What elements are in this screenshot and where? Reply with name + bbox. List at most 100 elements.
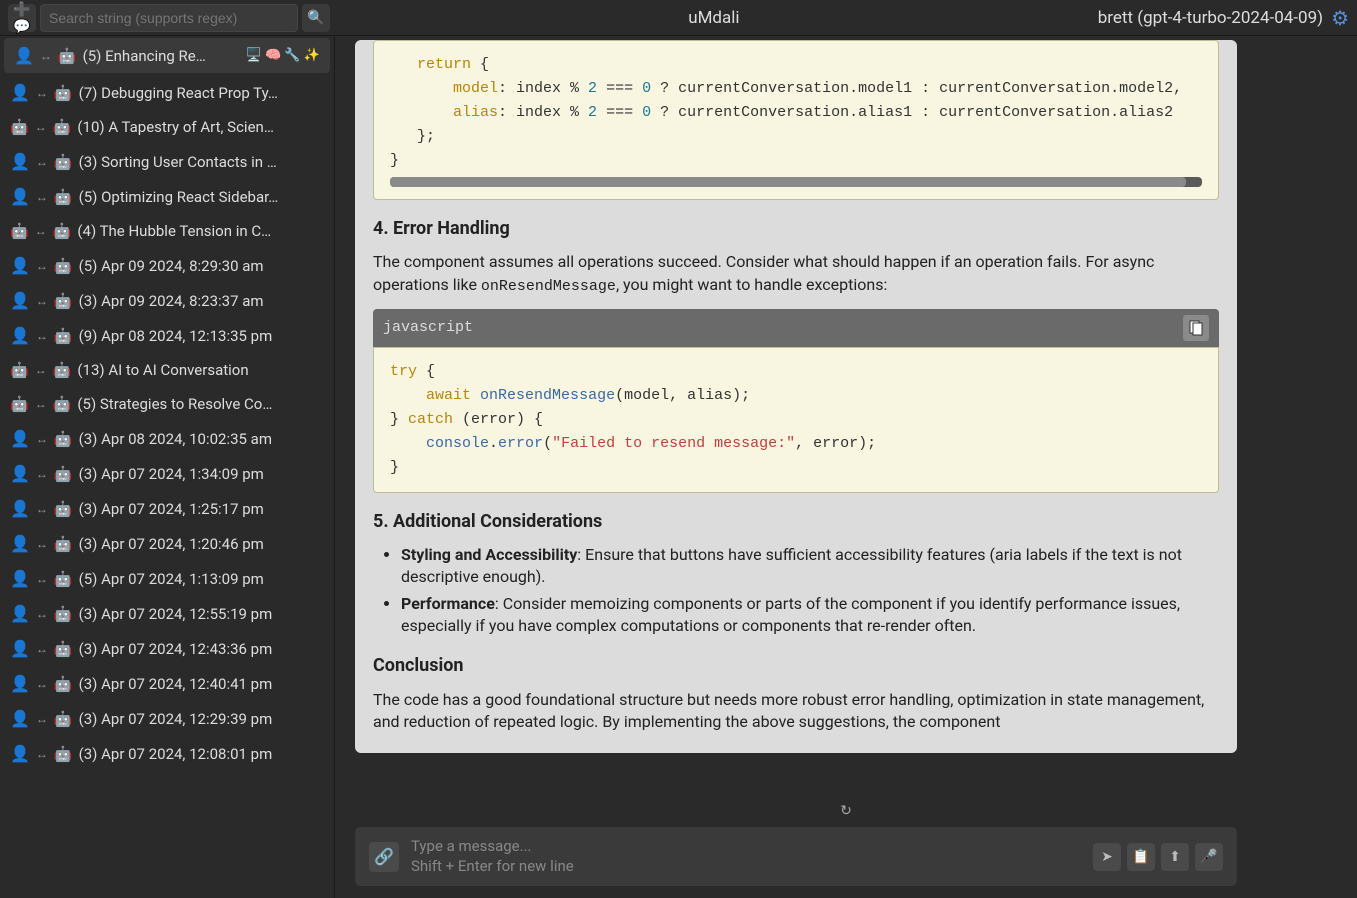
arrow-icon: ↔ xyxy=(36,329,48,343)
topbar: ➕💬 🔍 uMdali brett (gpt-4-turbo-2024-04-0… xyxy=(0,0,1357,36)
robot-icon: 🤖 xyxy=(54,327,73,345)
sidebar-item[interactable]: 👤↔🤖(9) Apr 08 2024, 12:13:35 pm xyxy=(0,318,334,353)
code-token: ? currentConversation.alias1 : currentCo… xyxy=(651,104,1173,121)
user-model-label: brett (gpt-4-turbo-2024-04-09) xyxy=(1098,8,1323,28)
sidebar-item[interactable]: 👤↔🤖(3) Apr 07 2024, 12:43:36 pm xyxy=(0,631,334,666)
inline-code: onResendMessage xyxy=(481,278,616,295)
section-heading: 4. Error Handling xyxy=(373,216,1219,241)
bullet-label: Performance xyxy=(401,594,495,613)
sidebar-item-label: (9) Apr 08 2024, 12:13:35 pm xyxy=(79,327,324,345)
mic-button[interactable]: 🎤 xyxy=(1195,843,1223,871)
sidebar-item[interactable]: 👤↔🤖(3) Sorting User Contacts in … xyxy=(0,144,334,179)
robot-icon: 🤖 xyxy=(10,395,29,413)
sidebar-item[interactable]: 🤖↔🤖(10) A Tapestry of Art, Scien… xyxy=(0,110,334,144)
arrow-icon: ↔ xyxy=(35,120,47,134)
robot-icon: 🤖 xyxy=(54,605,73,623)
clipboard-button[interactable]: 📋 xyxy=(1127,843,1155,871)
sidebar-item[interactable]: 👤↔🤖(3) Apr 07 2024, 1:20:46 pm xyxy=(0,526,334,561)
robot-icon: 🤖 xyxy=(54,640,73,658)
sidebar-item-label: (3) Apr 07 2024, 12:29:39 pm xyxy=(79,710,324,728)
code-token: console xyxy=(426,435,489,452)
code-token: 2 xyxy=(588,80,597,97)
robot-icon: 🤖 xyxy=(54,675,73,693)
sidebar-item[interactable]: 👤↔🤖(3) Apr 07 2024, 12:55:19 pm xyxy=(0,596,334,631)
sidebar-item[interactable]: 👤↔🤖(3) Apr 07 2024, 12:40:41 pm xyxy=(0,666,334,701)
robot-icon: 🤖 xyxy=(53,222,72,240)
code-token: ( xyxy=(543,435,552,452)
text: , you might want to handle exceptions: xyxy=(616,275,887,294)
code-header: javascript xyxy=(373,309,1219,347)
arrow-icon: ↔ xyxy=(36,86,48,100)
code-token: , error); xyxy=(795,435,876,452)
app-title: uMdali xyxy=(338,8,1090,28)
sidebar-item-label: (3) Apr 07 2024, 12:08:01 pm xyxy=(79,745,324,763)
sidebar-item[interactable]: 👤↔🤖(5) Enhancing Re…🖥️ 🧠 🔧 ✨ xyxy=(4,38,330,73)
robot-icon: 🤖 xyxy=(54,535,73,553)
up-button[interactable]: ⬆ xyxy=(1161,843,1189,871)
code-token: 2 xyxy=(588,104,597,121)
gear-icon[interactable]: ⚙ xyxy=(1331,6,1349,30)
message-input[interactable]: Type a message... Shift + Enter for new … xyxy=(411,837,1081,876)
code-token: "Failed to resend message:" xyxy=(552,435,795,452)
horizontal-scrollbar[interactable] xyxy=(390,177,1202,187)
sidebar-item-label: (5) Strategies to Resolve Co… xyxy=(77,395,324,413)
code-token: return xyxy=(417,56,471,73)
code-token: onResendMessage xyxy=(480,387,615,404)
sidebar-item-label: (3) Apr 07 2024, 12:55:19 pm xyxy=(79,605,324,623)
robot-icon: 🤖 xyxy=(53,118,72,136)
sidebar-item[interactable]: 🤖↔🤖(4) The Hubble Tension in C… xyxy=(0,214,334,248)
arrow-icon: ↔ xyxy=(36,572,48,586)
code-token: { xyxy=(471,56,489,73)
robot-icon: 🤖 xyxy=(54,257,73,275)
code-language-label: javascript xyxy=(383,317,473,338)
arrow-icon: ↔ xyxy=(36,155,48,169)
message-input-bar: 🔗 Type a message... Shift + Enter for ne… xyxy=(355,827,1237,886)
search-input[interactable] xyxy=(40,4,298,32)
search-button[interactable]: 🔍 xyxy=(302,4,330,32)
robot-icon: 🤖 xyxy=(10,222,29,240)
user-icon: 👤 xyxy=(10,83,30,102)
user-icon: 👤 xyxy=(14,46,34,65)
sidebar-item[interactable]: 👤↔🤖(3) Apr 07 2024, 12:29:39 pm xyxy=(0,701,334,736)
copy-button[interactable] xyxy=(1183,315,1209,341)
sidebar-item[interactable]: 👤↔🤖(5) Apr 09 2024, 8:29:30 am xyxy=(0,248,334,283)
input-actions: ➤ 📋 ⬆ 🎤 xyxy=(1093,843,1223,871)
placeholder-line: Shift + Enter for new line xyxy=(411,857,1081,877)
send-button[interactable]: ➤ xyxy=(1093,843,1121,871)
list-item: Styling and Accessibility: Ensure that b… xyxy=(401,544,1219,589)
attach-button[interactable]: 🔗 xyxy=(369,842,399,872)
robot-icon: 🤖 xyxy=(54,292,73,310)
sidebar-item[interactable]: 🤖↔🤖(13) AI to AI Conversation xyxy=(0,353,334,387)
code-token: } xyxy=(390,152,399,169)
arrow-icon: ↔ xyxy=(35,224,47,238)
refresh-button[interactable]: ↻ xyxy=(355,795,1337,827)
assistant-message: return { model: index % 2 === 0 ? curren… xyxy=(355,40,1237,753)
arrow-icon: ↔ xyxy=(36,677,48,691)
robot-icon: 🤖 xyxy=(10,361,29,379)
robot-icon: 🤖 xyxy=(54,430,73,448)
code-token xyxy=(471,387,480,404)
sidebar-item[interactable]: 👤↔🤖(3) Apr 09 2024, 8:23:37 am xyxy=(0,283,334,318)
new-chat-button[interactable]: ➕💬 xyxy=(8,4,36,32)
sidebar-item-label: (3) Apr 07 2024, 12:40:41 pm xyxy=(79,675,324,693)
sidebar-item[interactable]: 👤↔🤖(3) Apr 07 2024, 12:08:01 pm xyxy=(0,736,334,771)
sidebar-item[interactable]: 👤↔🤖(5) Optimizing React Sidebar… xyxy=(0,179,334,214)
sidebar-item-label: (5) Enhancing Re… xyxy=(83,47,236,65)
sidebar-item[interactable]: 👤↔🤖(3) Apr 08 2024, 10:02:35 am xyxy=(0,421,334,456)
sidebar-item[interactable]: 👤↔🤖(3) Apr 07 2024, 1:25:17 pm xyxy=(0,491,334,526)
sidebar-item[interactable]: 👤↔🤖(3) Apr 07 2024, 1:34:09 pm xyxy=(0,456,334,491)
code-token: : index % xyxy=(498,104,588,121)
sidebar-item[interactable]: 👤↔🤖(7) Debugging React Prop Ty… xyxy=(0,75,334,110)
sidebar-item[interactable]: 🤖↔🤖(5) Strategies to Resolve Co… xyxy=(0,387,334,421)
robot-icon: 🤖 xyxy=(10,118,29,136)
code-token: { xyxy=(417,363,435,380)
main: 👤↔🤖(5) Enhancing Re…🖥️ 🧠 🔧 ✨👤↔🤖(7) Debug… xyxy=(0,36,1357,898)
code-block-2: try { await onResendMessage(model, alias… xyxy=(373,347,1219,493)
sidebar-item-label: (3) Apr 08 2024, 10:02:35 am xyxy=(79,430,324,448)
robot-icon: 🤖 xyxy=(53,361,72,379)
sidebar-item-label: (3) Sorting User Contacts in … xyxy=(79,153,324,171)
arrow-icon: ↔ xyxy=(36,502,48,516)
code-token: === xyxy=(597,104,642,121)
code-token: catch xyxy=(408,411,453,428)
sidebar-item[interactable]: 👤↔🤖(5) Apr 07 2024, 1:13:09 pm xyxy=(0,561,334,596)
